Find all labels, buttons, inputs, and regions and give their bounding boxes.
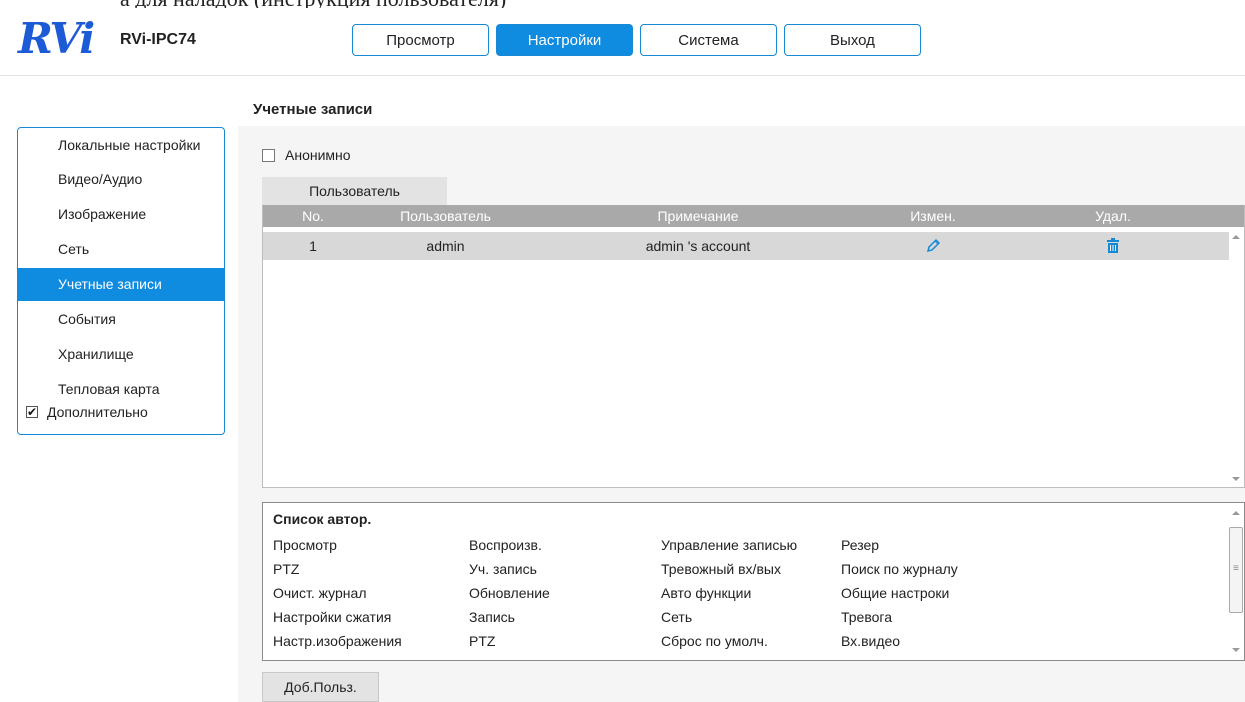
row-delete <box>1013 235 1213 257</box>
nav-system-button[interactable]: Система <box>640 24 777 56</box>
permission-item: Вх.видео <box>841 633 901 649</box>
scroll-up-icon[interactable] <box>1232 235 1240 239</box>
permission-item: Сброс по умолч. <box>661 633 768 649</box>
permission-item: Тревога <box>841 609 892 625</box>
permission-item: Настройки сжатия <box>273 609 392 625</box>
advanced-checkbox[interactable]: ✔ <box>26 406 38 418</box>
tab-user[interactable]: Пользователь <box>262 177 447 205</box>
permission-item: PTZ <box>469 633 496 649</box>
logo-mark: RVi <box>18 14 95 63</box>
scroll-down-icon[interactable] <box>1232 648 1240 652</box>
permission-item: Обновление <box>469 585 550 601</box>
permissions-scrollbar[interactable]: ≡ <box>1228 503 1244 660</box>
permission-item: Резер <box>841 537 880 553</box>
row-user: admin <box>426 238 465 254</box>
sidebar-item-local-settings[interactable]: Локальные настройки <box>18 129 224 162</box>
header-edit: Измен. <box>910 208 956 224</box>
row-no: 1 <box>309 238 317 254</box>
permission-item: Просмотр <box>273 537 337 553</box>
nav-view-button[interactable]: Просмотр <box>352 24 489 56</box>
sidebar-item-heatmap[interactable]: Тепловая карта <box>18 373 224 406</box>
permissions-title: Список автор. <box>273 511 372 527</box>
header-divider <box>0 75 1245 76</box>
permission-item: Воспроизв. <box>469 537 542 553</box>
permission-item: Общие настроки <box>841 585 950 601</box>
permission-item: Очист. журнал <box>273 585 367 601</box>
sidebar-item-accounts[interactable]: Учетные записи <box>18 268 224 301</box>
sidebar-item-video-audio[interactable]: Видео/Аудио <box>18 163 224 196</box>
scroll-up-icon[interactable] <box>1232 511 1240 515</box>
sidebar-item-network[interactable]: Сеть <box>18 233 224 266</box>
permissions-list: Список автор. Просмотр Воспроизв. Управл… <box>262 502 1245 661</box>
document-caption-cropped: а для наладок (инструкция пользователя) <box>120 0 506 8</box>
row-note: admin 's account <box>645 238 751 254</box>
header-delete: Удал. <box>1095 208 1131 224</box>
permission-item: Уч. запись <box>469 561 537 577</box>
permission-item: Поиск по журналу <box>841 561 958 577</box>
top-navigation: Просмотр Настройки Система Выход <box>352 24 921 56</box>
anonymous-option[interactable]: Анонимно <box>262 147 351 163</box>
scroll-thumb[interactable]: ≡ <box>1229 527 1243 613</box>
anonymous-label: Анонимно <box>285 147 351 163</box>
header-no: No. <box>302 208 324 224</box>
permission-item: Авто функции <box>661 585 752 601</box>
pencil-icon[interactable] <box>925 238 941 254</box>
permission-item: Запись <box>469 609 515 625</box>
permission-item: PTZ <box>273 561 300 577</box>
users-table-header: No. Пользователь Примечание Измен. Удал. <box>263 205 1244 227</box>
permission-item: Управление записью <box>661 537 798 553</box>
brand-logo: RVi RVi-IPC74 <box>18 14 223 63</box>
advanced-label: Дополнительно <box>47 404 148 420</box>
advanced-toggle[interactable]: ✔ Дополнительно <box>26 404 148 420</box>
trash-icon[interactable] <box>1106 238 1120 254</box>
permission-item: Настр.изображения <box>273 633 402 649</box>
users-table-scrollbar[interactable] <box>1228 227 1244 487</box>
table-row[interactable]: 1 admin admin 's account <box>263 232 1229 260</box>
sidebar-item-image[interactable]: Изображение <box>18 198 224 231</box>
scroll-down-icon[interactable] <box>1232 477 1240 481</box>
sidebar-item-events[interactable]: События <box>18 303 224 336</box>
device-model: RVi-IPC74 <box>120 31 196 48</box>
nav-exit-button[interactable]: Выход <box>784 24 921 56</box>
anonymous-checkbox[interactable] <box>262 148 275 162</box>
settings-sidebar: Локальные настройки Видео/Аудио Изображе… <box>17 127 225 435</box>
header-note: Примечание <box>657 208 739 224</box>
grip-icon: ≡ <box>1233 563 1239 574</box>
add-user-button[interactable]: Доб.Польз. <box>262 672 379 702</box>
sidebar-item-storage[interactable]: Хранилище <box>18 338 224 371</box>
row-edit <box>833 235 1033 257</box>
header-user: Пользователь <box>400 208 491 224</box>
permission-item: Тревожный вх/вых <box>661 561 781 577</box>
users-table: No. Пользователь Примечание Измен. Удал.… <box>262 205 1245 488</box>
permission-item: Сеть <box>661 609 693 625</box>
page-title: Учетные записи <box>238 93 415 126</box>
nav-settings-button[interactable]: Настройки <box>496 24 633 56</box>
